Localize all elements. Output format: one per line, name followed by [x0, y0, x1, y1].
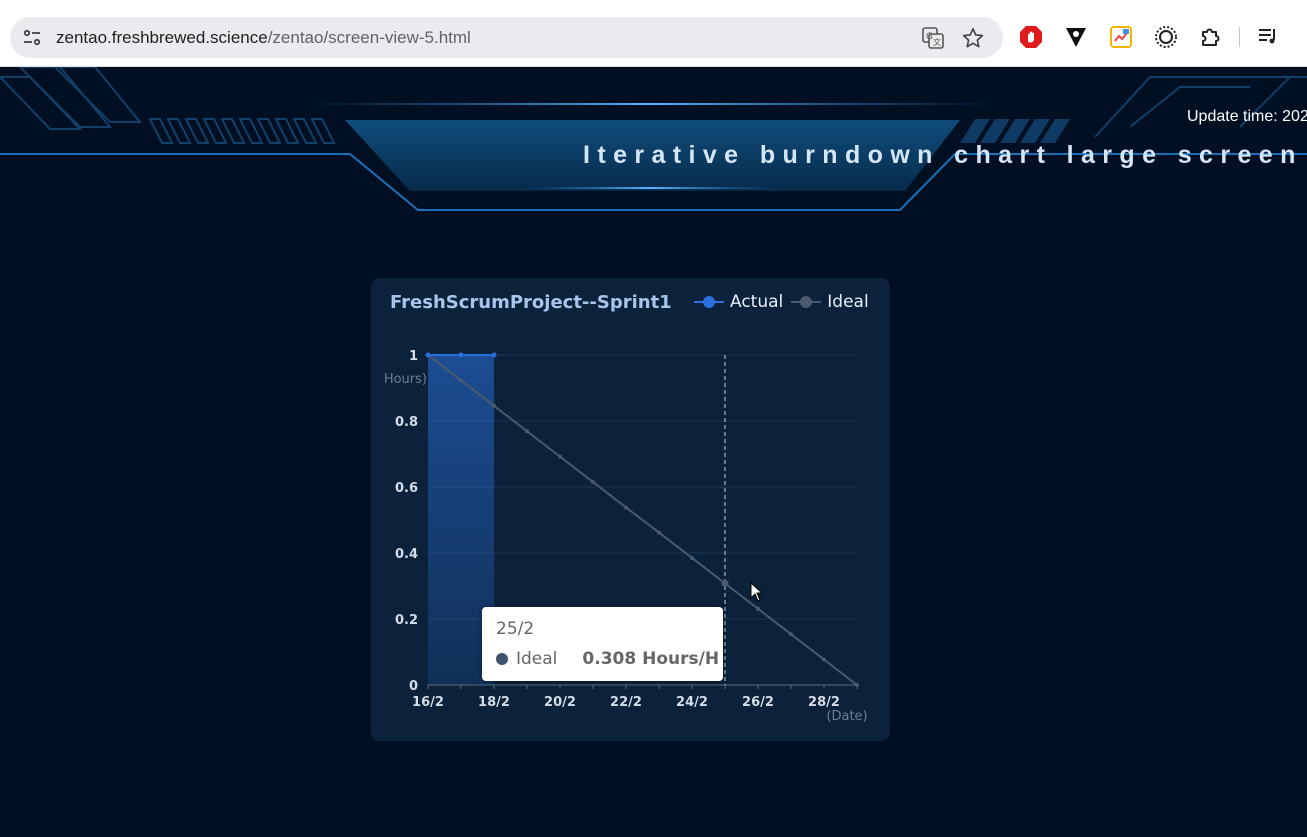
ideal-point [459, 378, 463, 383]
ideal-point [624, 505, 628, 510]
ideal-point [591, 480, 595, 485]
toolbar-divider [1239, 27, 1240, 47]
vivaldi-ext-icon[interactable] [1063, 24, 1089, 50]
y-tick-label: 0.6 [395, 481, 418, 496]
y-tick-label: 0 [409, 679, 418, 694]
extensions-puzzle-icon[interactable] [1198, 24, 1224, 50]
tooltip-row: Ideal 0.308 Hours/H [496, 649, 719, 669]
actual-point [491, 352, 497, 358]
tooltip-value: 0.308 Hours/H [582, 649, 720, 669]
y-axis-label: Hours) [384, 372, 427, 387]
y-tick-label: 1 [409, 349, 418, 364]
ideal-point [721, 579, 729, 587]
chart-tooltip: 25/2 Ideal 0.308 Hours/H [482, 607, 723, 681]
y-tick-label: 0.2 [395, 613, 418, 628]
media-queue-icon[interactable] [1255, 24, 1281, 50]
x-tick-label: 22/2 [610, 695, 642, 710]
ideal-point [690, 555, 694, 560]
ideal-point [789, 632, 793, 637]
tooltip-series-name: Ideal [516, 649, 558, 669]
burndown-dashboard: Update time: 202 Iterative burndown char… [0, 67, 1307, 837]
ideal-point [558, 454, 562, 459]
ideal-point [822, 657, 826, 662]
mouse-cursor-icon [750, 581, 764, 607]
ublock-icon[interactable] [1018, 24, 1044, 50]
y-tick-label: 0.4 [395, 547, 418, 562]
ideal-point [492, 403, 496, 408]
update-time: Update time: 202 [1187, 108, 1307, 125]
actual-point [425, 352, 431, 358]
x-axis-label: (Date) [826, 709, 867, 724]
site-info-icon[interactable] [20, 26, 44, 50]
url-text[interactable]: zentao.freshbrewed.science/zentao/screen… [56, 28, 471, 48]
bookmark-star-icon[interactable] [961, 26, 985, 50]
tooltip-series-dot [496, 653, 508, 665]
ideal-point [525, 429, 529, 434]
y-tick-label: 0.8 [395, 415, 418, 430]
svg-text:文: 文 [933, 37, 941, 47]
svg-text:G: G [926, 32, 933, 42]
browser-toolbar: zentao.freshbrewed.science/zentao/screen… [0, 0, 1307, 67]
ideal-point [756, 606, 760, 611]
translate-icon[interactable]: G 文 [921, 26, 945, 50]
x-tick-label: 28/2 [808, 695, 840, 710]
tooltip-date: 25/2 [496, 619, 535, 639]
screen-title: Iterative burndown chart large screen [583, 141, 1303, 169]
x-tick-label: 26/2 [742, 695, 774, 710]
x-tick-label: 20/2 [544, 695, 576, 710]
actual-point [458, 352, 464, 358]
x-tick-label: 16/2 [412, 695, 444, 710]
sunburst-ext-icon[interactable] [1153, 24, 1179, 50]
x-tick-label: 18/2 [478, 695, 510, 710]
ideal-point [657, 530, 661, 535]
address-bar[interactable]: zentao.freshbrewed.science/zentao/screen… [10, 17, 1003, 58]
colorful-ext-icon[interactable] [1108, 24, 1134, 50]
ideal-point [855, 683, 859, 687]
x-tick-label: 24/2 [676, 695, 708, 710]
